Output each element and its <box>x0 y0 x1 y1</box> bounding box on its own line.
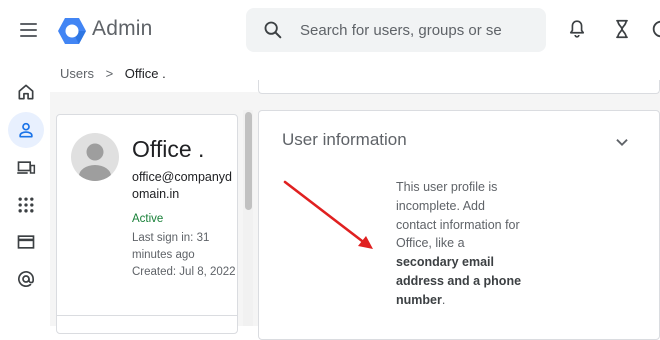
scrollbar-thumb[interactable] <box>245 112 252 210</box>
message-emphasis: secondary email address and a phone numb… <box>396 255 522 307</box>
previous-card-edge <box>258 80 660 94</box>
status-badge: Active <box>132 213 164 225</box>
apps-icon <box>18 197 34 213</box>
incomplete-profile-message: This user profile is incomplete. Add con… <box>396 178 526 310</box>
users-icon <box>19 122 33 138</box>
avatar-person-icon <box>79 143 111 181</box>
nav-account[interactable] <box>8 261 44 297</box>
app-title: Admin <box>92 17 153 40</box>
avatar <box>71 133 119 181</box>
notifications-bell-icon[interactable] <box>566 18 588 40</box>
nav-home[interactable] <box>8 74 44 110</box>
nav-users[interactable] <box>8 112 44 148</box>
help-icon[interactable] <box>650 18 660 40</box>
nav-apps[interactable] <box>8 187 44 223</box>
chevron-down-icon[interactable] <box>611 131 633 153</box>
devices-icon <box>17 161 36 174</box>
search-input[interactable] <box>300 8 546 52</box>
breadcrumb-current: Office . <box>124 66 166 81</box>
main-menu-button[interactable] <box>18 19 40 41</box>
message-period: . <box>441 292 446 307</box>
card-divider <box>57 315 237 316</box>
section-title: User information <box>282 130 407 149</box>
user-sign-in-info: Last sign in: 31 minutes ago Created: Ju… <box>132 230 237 281</box>
navigation-rail <box>0 60 50 326</box>
search-icon[interactable] <box>262 19 284 41</box>
user-email: office@companydomain.in <box>132 170 233 201</box>
last-sign-in: Last sign in: 31 minutes ago <box>132 232 210 261</box>
user-summary-card: Office . office@companydomain.in Active … <box>56 114 238 334</box>
nav-billing[interactable] <box>8 224 44 260</box>
breadcrumb-separator: > <box>105 66 114 81</box>
admin-logo-icon[interactable] <box>56 15 88 47</box>
created-date: Created: Jul 8, 2022 <box>132 266 236 278</box>
account-icon <box>18 271 34 287</box>
nav-devices[interactable] <box>8 150 44 186</box>
home-icon <box>18 84 34 100</box>
billing-icon <box>17 235 35 249</box>
user-name: Office . <box>132 136 205 162</box>
tasks-hourglass-icon[interactable] <box>611 18 633 40</box>
breadcrumb: Users > Office . <box>60 66 166 81</box>
breadcrumb-users-link[interactable]: Users <box>60 66 94 81</box>
annotation-arrow-icon <box>283 180 373 249</box>
message-text: This user profile is incomplete. Add con… <box>396 180 520 251</box>
top-bar: Admin <box>0 0 660 60</box>
search-bar[interactable] <box>246 8 546 52</box>
